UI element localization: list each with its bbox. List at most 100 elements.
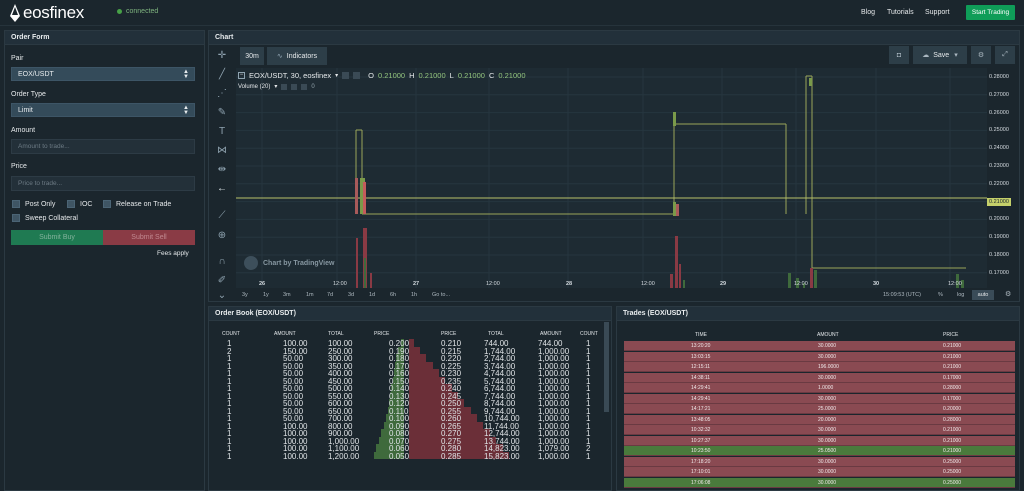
auto-toggle[interactable]: auto bbox=[972, 290, 994, 300]
chevron-down-icon[interactable]: ⌄ bbox=[216, 290, 228, 302]
range-button[interactable]: 1m bbox=[306, 292, 314, 298]
lock-drawing-icon[interactable]: ✐ bbox=[216, 275, 228, 287]
pair-value: EOX/USDT bbox=[18, 70, 54, 78]
price-input[interactable]: Price to trade... bbox=[11, 176, 195, 191]
status-dot-icon bbox=[117, 9, 122, 14]
range-button[interactable]: 1h bbox=[411, 292, 417, 298]
trade-row[interactable]: 14:17:21 25.0000 0.20000 bbox=[624, 404, 1015, 414]
trades-header: TIME AMOUNT PRICE bbox=[624, 330, 1015, 340]
magnet-icon[interactable]: ∩ bbox=[216, 256, 228, 268]
pair-select[interactable]: EOX/USDT ▲ ▼ bbox=[11, 67, 195, 81]
checkbox-box bbox=[67, 200, 75, 208]
price-axis[interactable]: 0.28000 0.27000 0.26000 0.25000 0.24000 0.230… bbox=[987, 68, 1019, 288]
trade-row[interactable]: 12:15:11 196.0000 0.21000 bbox=[624, 362, 1015, 372]
gear-icon[interactable]: ⚙ bbox=[1005, 290, 1011, 298]
range-button[interactable]: 1y bbox=[263, 292, 269, 298]
trade-time: 10:27:37 bbox=[691, 437, 711, 444]
save-button[interactable]: ☁ Save ▾ bbox=[913, 46, 967, 64]
price-tick: 0.27000 bbox=[989, 91, 1009, 98]
fib-icon[interactable]: ⋰ bbox=[216, 88, 228, 100]
trade-price: 0.17000 bbox=[943, 395, 962, 402]
trade-row[interactable]: 17:10:01 30.0000 0.25000 bbox=[624, 467, 1015, 477]
release-on-trade-checkbox[interactable]: Release on Trade bbox=[103, 200, 171, 208]
trade-row[interactable]: 13:03:15 30.0000 0.21000 bbox=[624, 351, 1015, 362]
trade-row[interactable]: 14:38:11 30.0000 0.17000 bbox=[624, 372, 1015, 383]
volume-bar bbox=[370, 273, 372, 288]
chevron-down-icon[interactable]: ▾ bbox=[274, 83, 277, 90]
nav-tutorials[interactable]: Tutorials bbox=[887, 9, 914, 16]
tradingview-logo-icon bbox=[244, 256, 258, 270]
interval-button[interactable]: 30m bbox=[240, 47, 264, 65]
trade-row[interactable]: 10:23:50 25.0500 0.21000 bbox=[624, 446, 1015, 456]
indicators-button[interactable]: ∿ Indicators bbox=[267, 47, 327, 65]
ioc-checkbox[interactable]: IOC bbox=[67, 200, 92, 208]
eye-icon[interactable] bbox=[342, 72, 350, 79]
start-trading-button[interactable]: Start Trading bbox=[966, 5, 1015, 20]
trade-row[interactable]: 13:48:05 20.0000 0.28000 bbox=[624, 414, 1015, 425]
percent-toggle[interactable]: % bbox=[938, 292, 943, 298]
text-tool-icon[interactable]: T bbox=[216, 126, 228, 138]
settings-small-icon[interactable] bbox=[291, 83, 298, 90]
order-book-scrollbar[interactable] bbox=[604, 322, 609, 412]
post-only-checkbox[interactable]: Post Only bbox=[12, 200, 55, 208]
settings-button[interactable]: ⚙ bbox=[971, 46, 991, 64]
amount-input[interactable]: Amount to trade... bbox=[11, 139, 195, 154]
range-button[interactable]: 7d bbox=[327, 292, 333, 298]
ruler-icon[interactable]: ⟋ bbox=[216, 210, 228, 222]
submit-sell-button[interactable]: Submit Sell bbox=[103, 230, 195, 245]
trade-row[interactable]: 13:20:20 30.0000 0.21000 bbox=[624, 341, 1015, 351]
trade-amount: 20.0000 bbox=[818, 416, 837, 423]
trend-line-icon[interactable]: ╱ bbox=[216, 69, 228, 81]
price-tick: 0.28000 bbox=[989, 74, 1009, 80]
zoom-icon[interactable]: ⊕ bbox=[216, 230, 228, 242]
price-label: Price bbox=[11, 163, 27, 170]
range-button[interactable]: 6h bbox=[390, 292, 396, 298]
ohlc-o-value: 0.21000 bbox=[377, 71, 406, 80]
trade-row[interactable]: 17:18:20 30.0000 0.25000 bbox=[624, 456, 1015, 467]
range-button[interactable]: 3d bbox=[348, 292, 354, 298]
indicators-icon: ∿ bbox=[276, 53, 283, 60]
fullscreen-button[interactable]: ⤢ bbox=[995, 46, 1015, 64]
range-button[interactable]: 1d bbox=[369, 292, 375, 298]
logo[interactable]: eosfinex bbox=[10, 3, 84, 23]
brush-icon[interactable]: ✎ bbox=[216, 107, 228, 119]
back-arrow-icon[interactable]: ← bbox=[216, 183, 228, 195]
utc-clock[interactable]: 15:09:53 (UTC) bbox=[883, 292, 921, 298]
trade-amount: 1.0000 bbox=[818, 385, 834, 391]
range-button[interactable]: 3y bbox=[242, 292, 248, 298]
order-form-title: Order Form bbox=[5, 31, 204, 45]
screenshot-button[interactable]: ◘ bbox=[889, 46, 909, 64]
settings-small-icon[interactable] bbox=[353, 72, 361, 79]
fees-note[interactable]: Fees apply bbox=[157, 250, 189, 257]
range-button[interactable]: 3m bbox=[283, 292, 291, 298]
order-type-select[interactable]: Limit ▲ ▼ bbox=[11, 103, 195, 117]
crosshair-icon[interactable]: ✛ bbox=[216, 50, 228, 62]
ohlc-l-value: 0.21000 bbox=[457, 71, 485, 80]
time-tick: 12:00 bbox=[641, 281, 655, 287]
eye-icon[interactable] bbox=[281, 83, 288, 90]
chevron-down-icon[interactable]: ▾ bbox=[335, 72, 338, 79]
volume-bar bbox=[810, 268, 813, 288]
submit-buy-button[interactable]: Submit Buy bbox=[11, 230, 103, 245]
nav-blog[interactable]: Blog bbox=[861, 9, 875, 16]
volume-label[interactable]: Volume (20) bbox=[238, 84, 270, 90]
trade-row[interactable]: 17:06:08 30.0000 0.25000 bbox=[624, 477, 1015, 488]
sweep-collateral-checkbox[interactable]: Sweep Collateral bbox=[12, 214, 78, 222]
pattern-icon[interactable]: ⋈ bbox=[216, 145, 228, 157]
nav-support[interactable]: Support bbox=[925, 9, 950, 16]
log-toggle[interactable]: log bbox=[957, 292, 964, 298]
trade-row[interactable]: 10:32:32 30.0000 0.21000 bbox=[624, 425, 1015, 435]
collapse-icon[interactable]: − bbox=[238, 72, 245, 79]
tradingview-watermark[interactable]: Chart by TradingView bbox=[244, 256, 334, 270]
connection-status: connected bbox=[117, 8, 158, 15]
trade-row[interactable]: 14:29:41 30.0000 0.17000 bbox=[624, 393, 1015, 404]
time-tick: 12:00 bbox=[486, 281, 500, 287]
measure-icon[interactable]: ⇹ bbox=[216, 164, 228, 176]
close-small-icon[interactable] bbox=[301, 83, 308, 90]
trade-row[interactable]: 14:29:41 1.0000 0.28000 bbox=[624, 383, 1015, 393]
price-chart[interactable] bbox=[236, 68, 987, 288]
ask-depth-bar bbox=[409, 406, 471, 414]
trade-row[interactable]: 10:27:37 30.0000 0.21000 bbox=[624, 435, 1015, 446]
symbol-label[interactable]: EOX/USDT, 30, eosfinex bbox=[249, 71, 331, 80]
range-button[interactable]: Go to... bbox=[432, 292, 450, 298]
